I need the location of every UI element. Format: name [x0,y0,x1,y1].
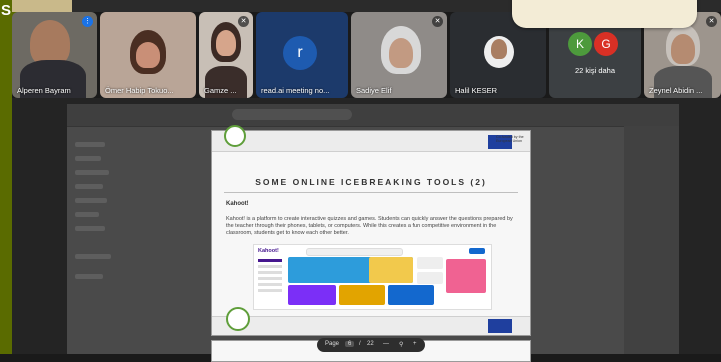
drive-search-box [232,109,352,120]
eu-flag-icon [488,319,512,333]
kahoot-side-card [417,272,443,284]
participant-tile[interactable]: ✕ Gamze ... [199,12,253,98]
speaking-icon: ⋮ [82,16,93,27]
project-logo-icon [224,125,246,147]
participant-face [216,30,236,56]
participant-tile[interactable]: Ömer Habip Tokuo... [100,12,196,98]
kahoot-screenshot: Kahoot! [253,244,492,310]
participant-name: Ömer Habip Tokuo... [105,86,174,95]
zoom-in-button[interactable]: + [413,341,417,347]
shared-screen: Co-funded by the European Union SOME ONL… [12,98,721,362]
kahoot-card [339,285,385,305]
participant-face [671,34,695,64]
kahoot-nav-item [258,289,282,292]
drive-nav-item [75,142,105,147]
participant-name: Gamze ... [204,86,237,95]
participant-name: Halil KESER [455,86,498,95]
left-rail [0,0,12,354]
participant-name: Alperen Bayram [17,86,71,95]
drive-nav-item [75,226,105,231]
kahoot-nav-item [258,259,282,262]
eu-label: Co-funded by the European Union [496,135,524,143]
page-controls: Page 6 / 22 — ⚲ + [317,338,425,352]
project-logo-icon [226,307,250,331]
kahoot-search [306,248,403,256]
kahoot-card [288,285,336,305]
browser-toolbar [67,104,679,127]
notification-popup[interactable] [512,0,697,28]
zoom-out-button[interactable]: — [383,341,389,347]
kahoot-promo [446,259,486,293]
kahoot-nav-item [258,277,282,280]
slide-header: Co-funded by the European Union [212,125,530,152]
participant-tile[interactable]: r read.ai meeting no... [256,12,348,98]
mic-off-icon: ✕ [706,16,717,27]
participant-name: Zeynel Abidin ... [649,86,703,95]
mic-off-icon: ✕ [238,16,249,27]
kahoot-nav-item [258,271,282,274]
slide-title: SOME ONLINE ICEBREAKING TOOLS (2) [255,177,487,187]
drive-nav-item [75,184,103,189]
participant-tile[interactable]: ✕ Sadiye Elif [351,12,447,98]
kahoot-logo: Kahoot! [258,248,279,254]
zoom-search-icon[interactable]: ⚲ [399,341,403,348]
page-total: 22 [367,341,374,347]
left-rail-glyph: S [1,2,12,19]
participant-face [491,39,507,59]
slide-heading: Kahoot! [226,201,249,207]
kahoot-card [388,285,434,305]
participant-name: read.ai meeting no... [261,86,330,95]
avatar: r [283,36,317,70]
kahoot-create-button [469,248,485,254]
page-label: Page [325,341,340,347]
kahoot-side-card [417,257,443,269]
kahoot-nav-item [258,283,282,286]
page-separator: / [359,341,361,347]
participant-face [136,42,160,68]
kahoot-banner-image [369,257,413,283]
drive-side-panel [624,126,679,354]
top-accent [12,0,72,12]
avatar: G [594,32,618,56]
presentation-slide: Co-funded by the European Union SOME ONL… [211,125,531,336]
kahoot-nav-item [258,265,282,268]
slide-body: Kahoot! is a platform to create interact… [226,216,513,236]
slide-footer [212,307,530,335]
participant-face [389,38,413,68]
drive-nav-item [75,254,111,259]
drive-nav-item [75,274,103,279]
page-number-input[interactable]: 6 [345,341,355,347]
participant-name: Sadiye Elif [356,86,392,95]
title-divider [224,192,518,193]
drive-nav-item [75,170,109,175]
avatar: K [568,32,592,56]
drive-nav-item [75,212,99,217]
participant-tile[interactable]: ⋮ Alperen Bayram [12,12,97,98]
mic-off-icon: ✕ [432,16,443,27]
drive-nav-item [75,198,107,203]
drive-nav-item [75,156,101,161]
more-participants-count: 22 kişi daha [574,66,616,75]
